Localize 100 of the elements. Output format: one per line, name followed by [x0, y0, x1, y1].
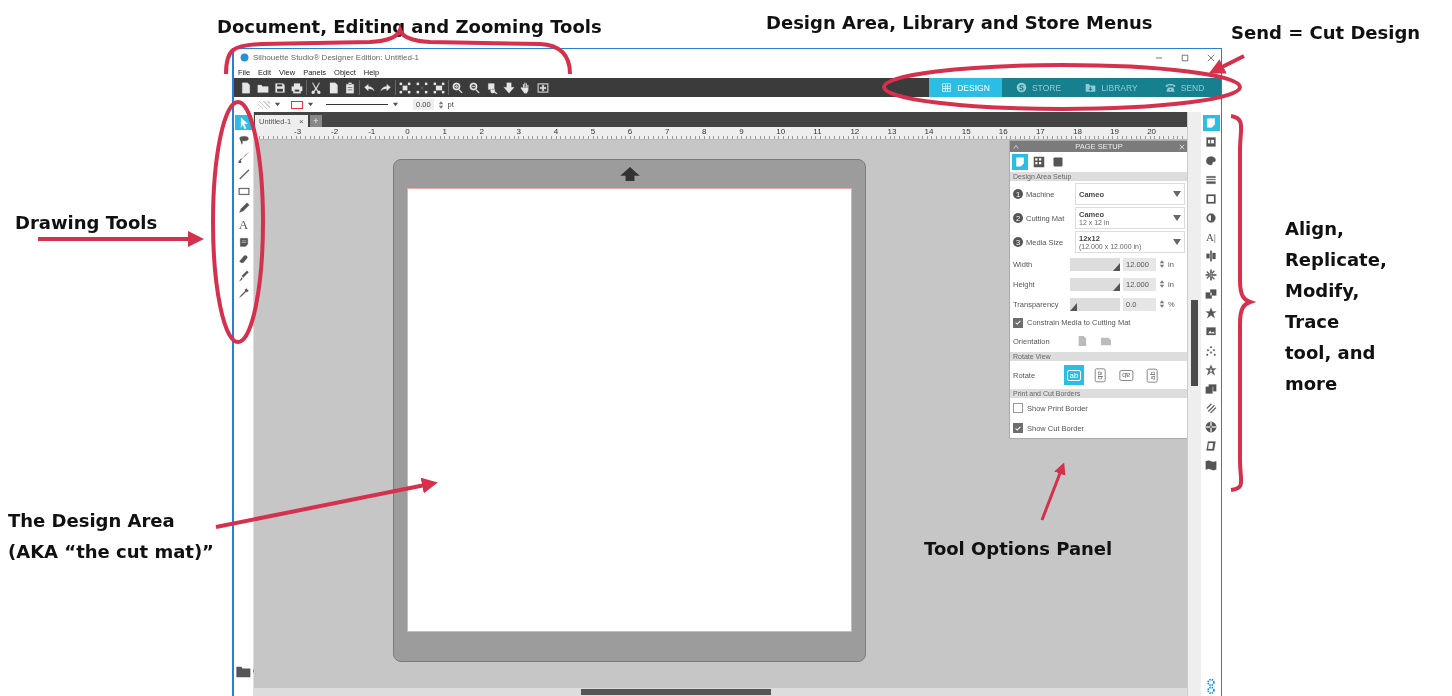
scroll-thumb[interactable] — [1191, 300, 1198, 386]
ungroup-icon[interactable] — [416, 81, 428, 94]
lines-icon — [1205, 174, 1217, 186]
annotation-paragraph: The Design Area (AKA “the cut mat)” — [8, 509, 214, 564]
curve-icon — [237, 150, 250, 163]
arrow-icon — [237, 116, 250, 129]
undo-icon[interactable] — [363, 81, 375, 94]
caret-icon — [1173, 238, 1181, 246]
globe-icon — [1015, 82, 1027, 93]
panel-button[interactable] — [1202, 381, 1220, 397]
add-box-icon[interactable] — [537, 81, 549, 94]
panel-button[interactable] — [1202, 267, 1220, 283]
annotation-label: Send = Cut Design — [1231, 21, 1421, 45]
picture-icon — [1205, 326, 1217, 338]
arrow-annotation — [1208, 54, 1245, 74]
collapse-icon[interactable] — [1013, 143, 1019, 150]
frame-icon — [1205, 193, 1217, 205]
maximize-icon[interactable] — [1181, 53, 1189, 62]
group-icon[interactable] — [399, 81, 411, 94]
grid-icon — [941, 82, 953, 93]
panel-button[interactable]: A| — [1202, 229, 1220, 245]
fill-swatch[interactable] — [258, 100, 270, 109]
close-icon[interactable] — [1207, 53, 1215, 62]
spinner-icon[interactable] — [437, 99, 444, 110]
pencil-icon — [237, 201, 250, 214]
spinner-icon[interactable] — [1159, 259, 1165, 269]
knife-icon — [237, 269, 250, 282]
horizontal-scrollbar[interactable] — [254, 688, 1187, 696]
zoom-out-icon[interactable] — [469, 81, 481, 94]
redo-icon[interactable] — [380, 81, 392, 94]
caret-icon — [1173, 214, 1181, 222]
up-arrow-icon — [618, 166, 641, 182]
page-icon — [1014, 156, 1026, 168]
hand-icon[interactable] — [520, 81, 532, 94]
globe-icon — [1205, 421, 1217, 433]
contrast-icon — [1205, 212, 1217, 224]
slider-track[interactable] — [1070, 257, 1120, 271]
slider-thumb[interactable] — [1113, 262, 1120, 271]
app-logo-icon — [240, 53, 249, 62]
down-arrow-icon[interactable] — [503, 81, 515, 94]
star-icon — [1205, 307, 1217, 319]
panel-tab[interactable] — [1031, 154, 1047, 170]
vertical-scrollbar[interactable] — [1187, 112, 1201, 696]
mat-icon — [1052, 156, 1064, 168]
line-icon — [237, 167, 250, 180]
layers-icon — [1205, 383, 1217, 395]
grid-icon — [1033, 156, 1045, 168]
horizontal-ruler: -3 -2 -1 0 1 2 3 4 5 6 7 8 9 10 11 12 13 14 15 16 17 18 19 20 — [254, 127, 1187, 140]
dots-icon — [1205, 345, 1217, 357]
annotation-label: Drawing Tools — [15, 211, 158, 235]
clipboard-icon[interactable] — [344, 81, 356, 94]
printer-icon[interactable] — [291, 81, 303, 94]
panel-button[interactable] — [1202, 419, 1220, 435]
scroll-thumb[interactable] — [581, 689, 771, 695]
caret-icon[interactable] — [274, 101, 281, 108]
merge-icon[interactable] — [433, 81, 445, 94]
squares-icon — [1205, 288, 1217, 300]
scroll-icon — [237, 235, 250, 248]
slider-thumb[interactable] — [1113, 282, 1120, 291]
zoom-in-icon[interactable] — [452, 81, 464, 94]
spinner-icon[interactable] — [1159, 299, 1165, 309]
telephone-icon — [1164, 82, 1176, 93]
annotation-label: Design Area, Library and Store Menus — [766, 11, 1153, 35]
folder-icon[interactable] — [257, 81, 269, 94]
panel-button[interactable] — [1202, 362, 1220, 378]
checkbox[interactable] — [1013, 403, 1023, 413]
panel-button[interactable] — [1202, 286, 1220, 302]
map-icon — [1205, 459, 1217, 471]
palette-icon — [1205, 155, 1217, 167]
caret-icon[interactable] — [392, 101, 399, 108]
window-title: Silhouette Studio® Designer Edition: Untitled-1 — [253, 53, 419, 62]
checkbox[interactable] — [1013, 317, 1023, 328]
slider-thumb[interactable] — [1070, 302, 1077, 311]
eraser-icon — [237, 252, 250, 265]
hatch-icon — [1205, 402, 1217, 414]
lasso-icon — [237, 133, 250, 146]
tool-button[interactable]: A — [235, 217, 252, 232]
eyedropper-icon — [237, 286, 250, 299]
slider-track[interactable] — [1070, 277, 1120, 291]
gear-icon[interactable] — [1206, 677, 1216, 695]
panel-button[interactable] — [1202, 305, 1220, 321]
folder-icon[interactable] — [234, 664, 257, 678]
document-icon[interactable] — [240, 81, 252, 94]
tool-button[interactable] — [235, 149, 252, 164]
image-frame-icon — [1205, 136, 1217, 148]
caret-icon[interactable] — [307, 101, 314, 108]
arrow-annotation — [1040, 462, 1066, 521]
folder-icon — [1085, 82, 1097, 93]
save-icon[interactable] — [274, 81, 286, 94]
copy-icon[interactable] — [327, 81, 339, 94]
slider-track[interactable] — [1070, 297, 1120, 311]
spinner-icon[interactable] — [1159, 279, 1165, 289]
annotation-label: Tool Options Panel — [924, 537, 1113, 561]
star-outline-icon — [1205, 364, 1217, 376]
checkbox[interactable] — [1013, 423, 1023, 433]
stroke-swatch[interactable] — [291, 100, 303, 109]
panel-button[interactable] — [1202, 457, 1220, 473]
page-icon — [1205, 117, 1217, 129]
burst-icon — [1205, 269, 1217, 281]
scissors-icon[interactable] — [310, 81, 322, 94]
